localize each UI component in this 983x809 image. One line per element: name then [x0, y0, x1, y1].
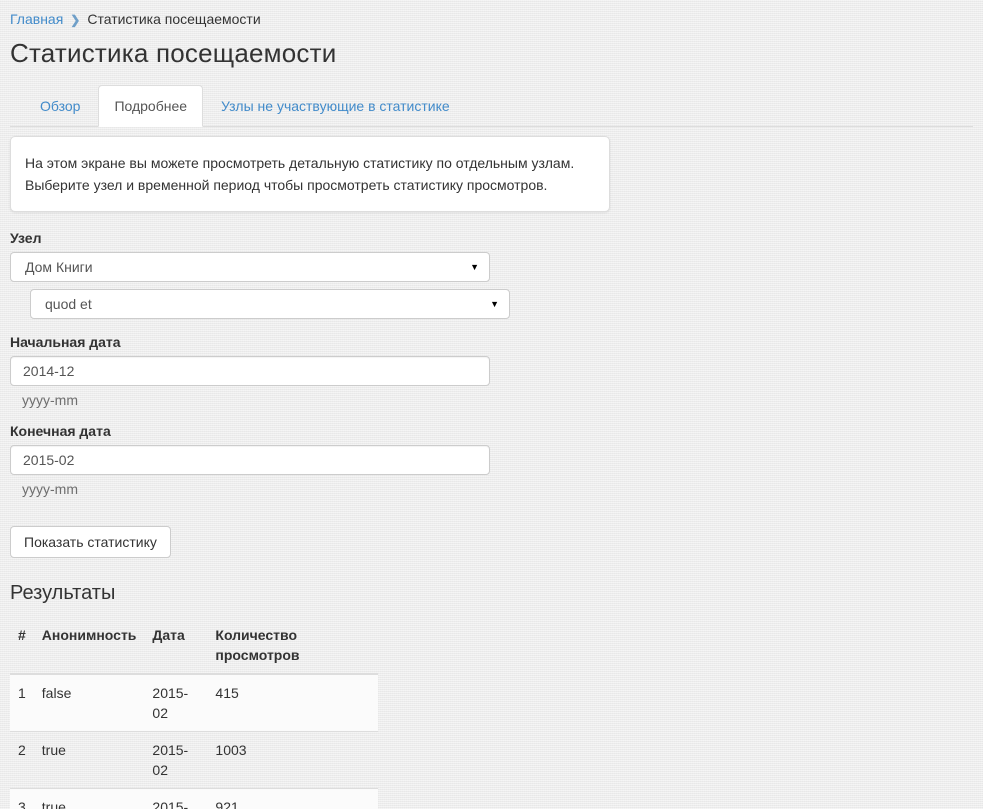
table-row: 1false2015-02415	[10, 674, 378, 732]
chevron-right-icon: ❯	[70, 13, 80, 27]
end-date-group: Конечная дата yyyy-mm	[10, 423, 973, 497]
tab-excluded-nodes[interactable]: Узлы не участвующие в статистике	[205, 85, 466, 127]
subnode-select-value: quod et	[45, 296, 92, 312]
table-header-row: # Анонимность Дата Количество просмотров	[10, 617, 378, 674]
results-title: Результаты	[10, 582, 973, 605]
header-date: Дата	[144, 617, 207, 674]
tab-overview-link[interactable]: Обзор	[24, 85, 96, 127]
chevron-down-icon: ▼	[470, 253, 479, 281]
tab-overview[interactable]: Обзор	[24, 85, 96, 127]
end-date-input[interactable]	[10, 445, 490, 475]
start-date-group: Начальная дата yyyy-mm	[10, 334, 973, 408]
tab-details[interactable]: Подробнее	[98, 85, 203, 127]
start-date-label: Начальная дата	[10, 334, 973, 350]
table-row: 3true2015-01921	[10, 789, 378, 809]
table-cell: true	[34, 789, 145, 809]
table-cell: 2015-02	[144, 674, 207, 732]
end-date-format-hint: yyyy-mm	[22, 481, 973, 497]
node-select[interactable]: Дом Книги ▼	[10, 252, 490, 282]
tab-details-link[interactable]: Подробнее	[98, 85, 203, 127]
table-cell: false	[34, 674, 145, 732]
table-cell: 1003	[207, 732, 378, 789]
table-cell: 2015-01	[144, 789, 207, 809]
info-box: На этом экране вы можете просмотреть дет…	[10, 136, 610, 212]
header-number: #	[10, 617, 34, 674]
start-date-input[interactable]	[10, 356, 490, 386]
table-cell: 921	[207, 789, 378, 809]
table-cell: 415	[207, 674, 378, 732]
table-cell: 2015-02	[144, 732, 207, 789]
results-table-head: # Анонимность Дата Количество просмотров	[10, 617, 378, 674]
chevron-down-icon: ▼	[490, 290, 499, 318]
node-select-value: Дом Книги	[25, 259, 93, 275]
table-row: 2true2015-021003	[10, 732, 378, 789]
breadcrumb: Главная ❯ Статистика посещаемости	[10, 11, 973, 28]
table-cell: 1	[10, 674, 34, 732]
start-date-format-hint: yyyy-mm	[22, 392, 973, 408]
header-anonymity: Анонимность	[34, 617, 145, 674]
node-label: Узел	[10, 230, 973, 246]
info-box-line1: На этом экране вы можете просмотреть дет…	[25, 152, 595, 174]
info-box-line2: Выберите узел и временной период чтобы п…	[25, 174, 595, 196]
table-cell: 3	[10, 789, 34, 809]
tab-excluded-nodes-link[interactable]: Узлы не участвующие в статистике	[205, 85, 466, 127]
results-table-body: 1false2015-024152true2015-0210033true201…	[10, 674, 378, 809]
page-title: Статистика посещаемости	[10, 38, 973, 69]
page: Главная ❯ Статистика посещаемости Статисти…	[0, 0, 983, 809]
table-cell: 2	[10, 732, 34, 789]
show-statistics-button[interactable]: Показать статистику	[10, 526, 171, 558]
results-table: # Анонимность Дата Количество просмотров…	[10, 617, 378, 809]
node-group: Узел Дом Книги ▼ quod et ▼	[10, 230, 973, 319]
table-cell: true	[34, 732, 145, 789]
statistics-form: Узел Дом Книги ▼ quod et ▼ Начальная дат…	[10, 230, 973, 558]
header-view-count: Количество просмотров	[207, 617, 378, 674]
end-date-label: Конечная дата	[10, 423, 973, 439]
breadcrumb-home-link[interactable]: Главная	[10, 11, 63, 27]
breadcrumb-current: Статистика посещаемости	[87, 11, 260, 27]
subnode-select[interactable]: quod et ▼	[30, 289, 510, 319]
tab-bar: Обзор Подробнее Узлы не участвующие в ст…	[10, 85, 973, 127]
